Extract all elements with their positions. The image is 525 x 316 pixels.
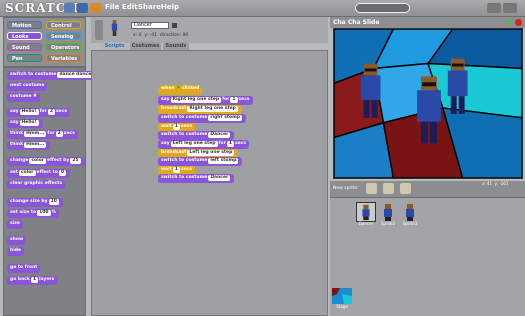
stop-button[interactable] xyxy=(515,19,522,26)
sprite-name-field[interactable]: Dancer xyxy=(131,22,169,29)
sprite-label-sprite2: Sprite2 xyxy=(380,221,396,226)
scratch-logo: SCRATCH xyxy=(5,1,79,15)
window-mode-icon-2[interactable] xyxy=(503,3,517,13)
block-switch-costume[interactable]: switch to costume Dancer xyxy=(158,174,235,183)
block-set-size[interactable]: set size to 100% xyxy=(7,209,60,218)
rotation-style-buttons[interactable] xyxy=(95,20,103,40)
block-change-effect[interactable]: change color effect by 25 xyxy=(7,157,85,166)
block-switch-costume[interactable]: switch to costume dance dance xyxy=(7,71,98,80)
block-costume-num[interactable]: costume # xyxy=(7,93,40,102)
category-sensing[interactable]: Sensing xyxy=(46,32,81,40)
green-flag-icon: ⚑ xyxy=(176,86,181,91)
stage-canvas[interactable] xyxy=(333,28,523,179)
block-go-front[interactable]: go to front xyxy=(7,264,41,273)
menu-edit[interactable]: Edit xyxy=(122,3,138,11)
block-hide[interactable]: hide xyxy=(7,247,25,256)
block-next-costume[interactable]: next costume xyxy=(7,82,48,91)
category-motion[interactable]: Motion xyxy=(7,21,42,29)
block-set-effect[interactable]: set color effect to 0 xyxy=(7,169,71,178)
block-say-for[interactable]: say Left leg one step for 1 secs xyxy=(158,140,250,149)
block-broadcast[interactable]: broadcast Right leg one step xyxy=(158,105,242,114)
block-switch-costume[interactable]: switch to costume Dancer xyxy=(158,131,235,140)
category-looks[interactable]: Looks xyxy=(7,32,42,40)
block-say[interactable]: say Hello! xyxy=(7,119,43,128)
project-title: Cha Cha Slide xyxy=(333,19,380,26)
block-think-for[interactable]: think Hmm... for 2 secs xyxy=(7,130,78,139)
script-area[interactable] xyxy=(91,50,328,316)
menu-file[interactable]: File xyxy=(105,3,119,11)
folder-sprite-icon[interactable] xyxy=(383,183,394,194)
block-go-back[interactable]: go back 1 layers xyxy=(7,276,58,285)
block-show[interactable]: show xyxy=(7,236,27,245)
share-icon[interactable] xyxy=(90,3,101,13)
sprite-label-dancer: Dancer xyxy=(358,221,374,226)
sprite-coordinates: x: 0 y: -41 direction: 90 xyxy=(133,33,189,38)
category-sound[interactable]: Sound xyxy=(7,43,42,51)
save-icon[interactable] xyxy=(77,3,88,13)
new-sprite-label: New sprite: xyxy=(333,186,359,191)
block-think[interactable]: think Hmm... xyxy=(7,141,51,150)
block-say-for[interactable]: say Hello! for 2 secs xyxy=(7,108,71,117)
block-switch-costume[interactable]: switch to costume right stomp xyxy=(158,114,247,123)
block-clear-effects[interactable]: clear graphic effects xyxy=(7,180,66,189)
block-change-size[interactable]: change size by 10 xyxy=(7,198,63,207)
stage-thumbnail-label: Stage xyxy=(336,304,348,309)
tab-scripts[interactable]: Scripts xyxy=(101,42,128,50)
mouse-coordinates: x: 41 y: -161 xyxy=(482,181,509,186)
block-say-for[interactable]: say Right leg one step for 1 secs xyxy=(158,96,253,105)
category-control[interactable]: Control xyxy=(46,21,81,29)
random-sprite-icon[interactable] xyxy=(400,183,411,194)
stage-thumbnail[interactable] xyxy=(332,288,352,304)
category-pen[interactable]: Pen xyxy=(7,54,42,62)
stage-mode-buttons[interactable] xyxy=(355,3,410,13)
menu-help[interactable]: Help xyxy=(161,3,179,11)
tab-sounds[interactable]: Sounds xyxy=(163,42,189,50)
sprite-label-sprite3: Sprite3 xyxy=(402,221,418,226)
category-variables[interactable]: Variables xyxy=(46,54,81,62)
sprite-tile-dancer[interactable] xyxy=(356,202,376,222)
block-switch-costume[interactable]: switch to costume left stomp xyxy=(158,157,243,166)
sprite-info-panel xyxy=(91,17,328,43)
block-size[interactable]: size xyxy=(7,220,23,229)
globe-icon[interactable] xyxy=(64,3,75,13)
sprite-thumbnail xyxy=(111,20,118,36)
category-operators[interactable]: Operators xyxy=(46,43,81,51)
green-flag-button[interactable]: ⚑ xyxy=(505,19,512,27)
window-mode-icon[interactable] xyxy=(487,3,501,13)
paint-sprite-icon[interactable] xyxy=(366,183,377,194)
tab-costumes[interactable]: Costumes xyxy=(130,42,161,50)
menu-share[interactable]: Share xyxy=(138,3,161,11)
sprite-tile-sprite3[interactable] xyxy=(400,202,420,222)
sprite-tile-sprite2[interactable] xyxy=(378,202,398,222)
lock-icon[interactable] xyxy=(172,23,177,28)
block-when-flag-clicked[interactable]: when ⚑ clicked xyxy=(158,85,203,95)
